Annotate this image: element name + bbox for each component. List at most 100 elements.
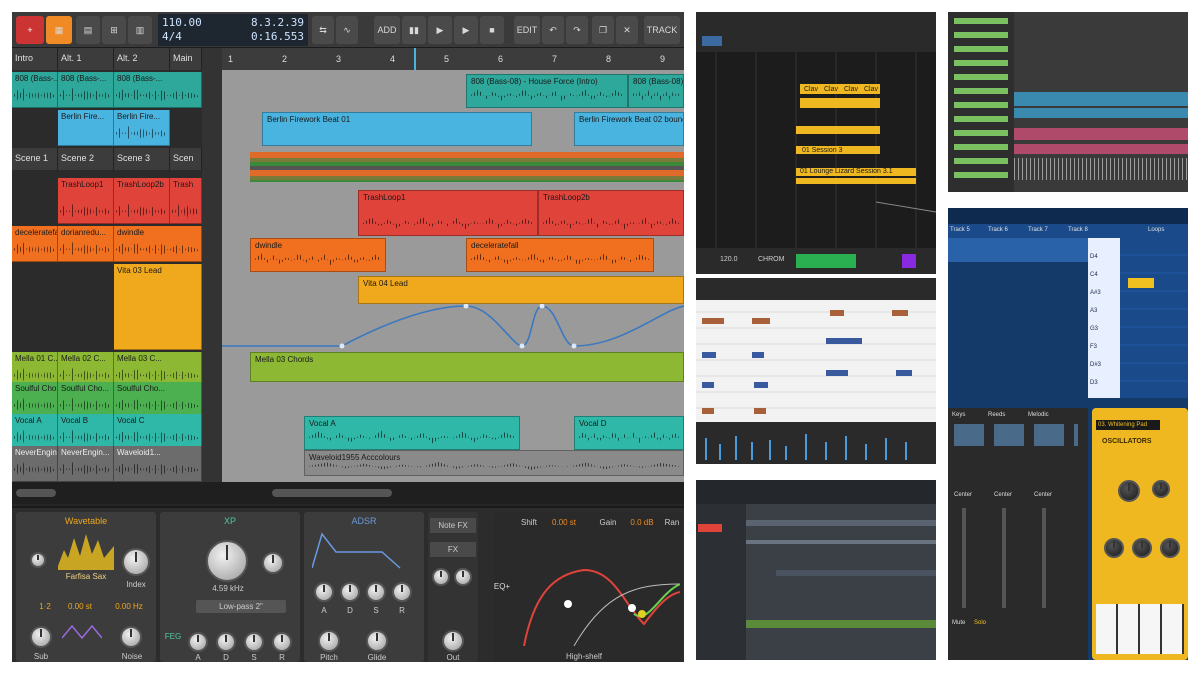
close-icon[interactable]: ✕ xyxy=(616,16,638,44)
feg-r-knob[interactable] xyxy=(272,632,292,652)
eq-device[interactable]: Shift 0.00 st Gain 0.0 dB Ran EQ+ High-s… xyxy=(494,512,682,662)
launcher-clip[interactable]: dwindle xyxy=(114,226,202,262)
stop-icon[interactable]: ■ xyxy=(480,16,504,44)
launcher-clip[interactable]: TrashLoop1 xyxy=(58,178,114,224)
arranger-clip[interactable]: Mella 03 Chords xyxy=(250,352,684,382)
scene-launch-button[interactable]: Scene 1 xyxy=(12,148,58,170)
mixer-view-icon[interactable]: ▥ xyxy=(128,16,152,44)
automation-curve[interactable] xyxy=(222,304,684,350)
launcher-clip[interactable]: Vita 03 Lead xyxy=(114,264,202,350)
osc-knob[interactable] xyxy=(1152,480,1170,498)
scene-header[interactable]: Alt. 2 xyxy=(114,48,170,70)
scene-header[interactable]: Alt. 1 xyxy=(58,48,114,70)
osc-knob[interactable] xyxy=(1118,480,1140,502)
play-icon[interactable]: ▶ xyxy=(428,16,452,44)
arranger-clip[interactable]: Waveloid1955 Acccolours xyxy=(304,450,684,476)
adsr-device[interactable]: ADSR A D S R Pitch Glide xyxy=(304,512,424,662)
osc-knob[interactable] xyxy=(1132,538,1152,558)
sub-knob[interactable] xyxy=(30,626,52,648)
launcher-clip[interactable]: 808 (Bass-... xyxy=(58,72,114,108)
mute-button[interactable]: Mute xyxy=(952,620,965,626)
arranger-clip[interactable]: Vita 04 Lead xyxy=(358,276,684,304)
arranger-clip[interactable]: Vocal A xyxy=(304,416,520,450)
arranger-clip[interactable]: 808 (Bass-08) - House Force (Intro) xyxy=(466,74,628,108)
feg-d-knob[interactable] xyxy=(216,632,236,652)
launcher-clip[interactable]: 808 (Bass-... xyxy=(12,72,58,108)
undo-icon[interactable]: ↶ xyxy=(542,16,564,44)
loops-button[interactable]: Loops xyxy=(1148,227,1164,233)
drum-pattern-clip[interactable] xyxy=(250,152,684,182)
edit-button[interactable]: EDIT xyxy=(514,16,540,44)
dashboard-button[interactable]: ▦ xyxy=(46,16,72,44)
arranger-clip[interactable]: Berlin Firework Beat 02 bounce-1 xyxy=(574,112,684,146)
scene-launch-button[interactable]: Scen xyxy=(170,148,202,170)
add-button[interactable]: ADD xyxy=(374,16,400,44)
session-clip-label[interactable]: 01 Session 3 xyxy=(802,147,842,154)
scene-launch-button[interactable]: Scene 3 xyxy=(114,148,170,170)
launcher-clip[interactable]: NeverEngin... xyxy=(58,446,114,482)
clip-label[interactable]: Clav xyxy=(804,86,818,93)
filter-type-select[interactable]: Low-pass 2" xyxy=(196,600,286,613)
launcher-clip[interactable]: TrashLoop2b xyxy=(114,178,170,224)
clip-label[interactable]: Clav xyxy=(864,86,878,93)
osc-knob[interactable] xyxy=(1160,538,1180,558)
add-icon[interactable]: ⊞ xyxy=(102,16,126,44)
launcher-clip[interactable]: 808 (Bass-... xyxy=(114,72,202,108)
arranger-clip[interactable]: Berlin Firework Beat 01 xyxy=(262,112,532,146)
session-tempo[interactable]: 120.0 xyxy=(720,256,738,263)
eq-curve-display[interactable] xyxy=(514,534,680,646)
transport-display[interactable]: 110.00 8.3.2.39 4/4 0:16.553 xyxy=(158,14,308,46)
wavetable-knob[interactable] xyxy=(30,552,46,568)
arranger-clip[interactable]: Vocal D xyxy=(574,416,684,450)
sustain-knob[interactable] xyxy=(366,582,386,602)
track-header[interactable]: Track 7 xyxy=(1028,227,1048,233)
fx-button[interactable]: FX xyxy=(430,542,476,557)
horizontal-scrollbar[interactable] xyxy=(12,482,684,504)
note-fx-button[interactable]: Note FX xyxy=(430,518,476,533)
clip-label[interactable]: Clav xyxy=(844,86,858,93)
piano-keys[interactable] xyxy=(1096,604,1184,654)
launcher-clip[interactable]: deceleratefall xyxy=(12,226,58,262)
arranger-clip[interactable]: dwindle xyxy=(250,238,386,272)
track-header[interactable]: Track 5 xyxy=(950,227,970,233)
playhead[interactable] xyxy=(414,48,416,70)
metronome-icon[interactable]: ∿ xyxy=(336,16,358,44)
pitch-knob[interactable] xyxy=(318,630,340,652)
resonance-knob[interactable] xyxy=(262,552,284,574)
index-knob[interactable] xyxy=(122,548,150,576)
launcher-clip[interactable]: NeverEngin... xyxy=(12,446,58,482)
play-alt-icon[interactable]: ▶ xyxy=(454,16,478,44)
tempo-readout[interactable]: 110.00 xyxy=(162,16,202,30)
piano-icon[interactable]: ▮▮ xyxy=(402,16,426,44)
patch-select[interactable]: 03. Whitening Pad xyxy=(1096,420,1160,430)
clip-label[interactable]: Clav xyxy=(824,86,838,93)
attack-knob[interactable] xyxy=(314,582,334,602)
launcher-clip[interactable]: dorianredu... xyxy=(58,226,114,262)
launcher-clip[interactable]: Soulful Cho... xyxy=(114,382,202,418)
launcher-clip[interactable]: Vocal A xyxy=(12,414,58,450)
fx-knob[interactable] xyxy=(432,568,450,586)
arranger-view-icon[interactable]: ▤ xyxy=(76,16,100,44)
launcher-clip[interactable]: Waveloid1... xyxy=(114,446,202,482)
loop-icon[interactable]: ⇆ xyxy=(312,16,334,44)
fx-knob[interactable] xyxy=(454,568,472,586)
lounge-clip-label[interactable]: 01 Lounge Lizard Session 3.1 xyxy=(800,168,893,175)
chrom-mode[interactable]: CHROM xyxy=(758,256,784,263)
feg-a-knob[interactable] xyxy=(188,632,208,652)
arranger-clip[interactable]: TrashLoop2b xyxy=(538,190,684,236)
launcher-clip[interactable]: Vocal B xyxy=(58,414,114,450)
launcher-clip[interactable]: Soulful Cho... xyxy=(58,382,114,418)
feg-s-knob[interactable] xyxy=(244,632,264,652)
redo-icon[interactable]: ↷ xyxy=(566,16,588,44)
scene-launch-button[interactable]: Scene 2 xyxy=(58,148,114,170)
track-header[interactable]: Track 6 xyxy=(988,227,1008,233)
timeline-ruler[interactable]: 1 2 3 4 5 6 7 8 9 xyxy=(222,48,684,70)
xp-filter-device[interactable]: XP 4.59 kHz Low-pass 2" FEG A D S R xyxy=(160,512,300,662)
launcher-clip[interactable]: Trash xyxy=(170,178,202,224)
copy-icon[interactable]: ❐ xyxy=(592,16,614,44)
track-header[interactable]: Track 8 xyxy=(1068,227,1088,233)
arranger-clip[interactable]: 808 (Bass-08) xyxy=(628,74,684,108)
release-knob[interactable] xyxy=(392,582,412,602)
glide-knob[interactable] xyxy=(366,630,388,652)
noise-knob[interactable] xyxy=(120,626,142,648)
